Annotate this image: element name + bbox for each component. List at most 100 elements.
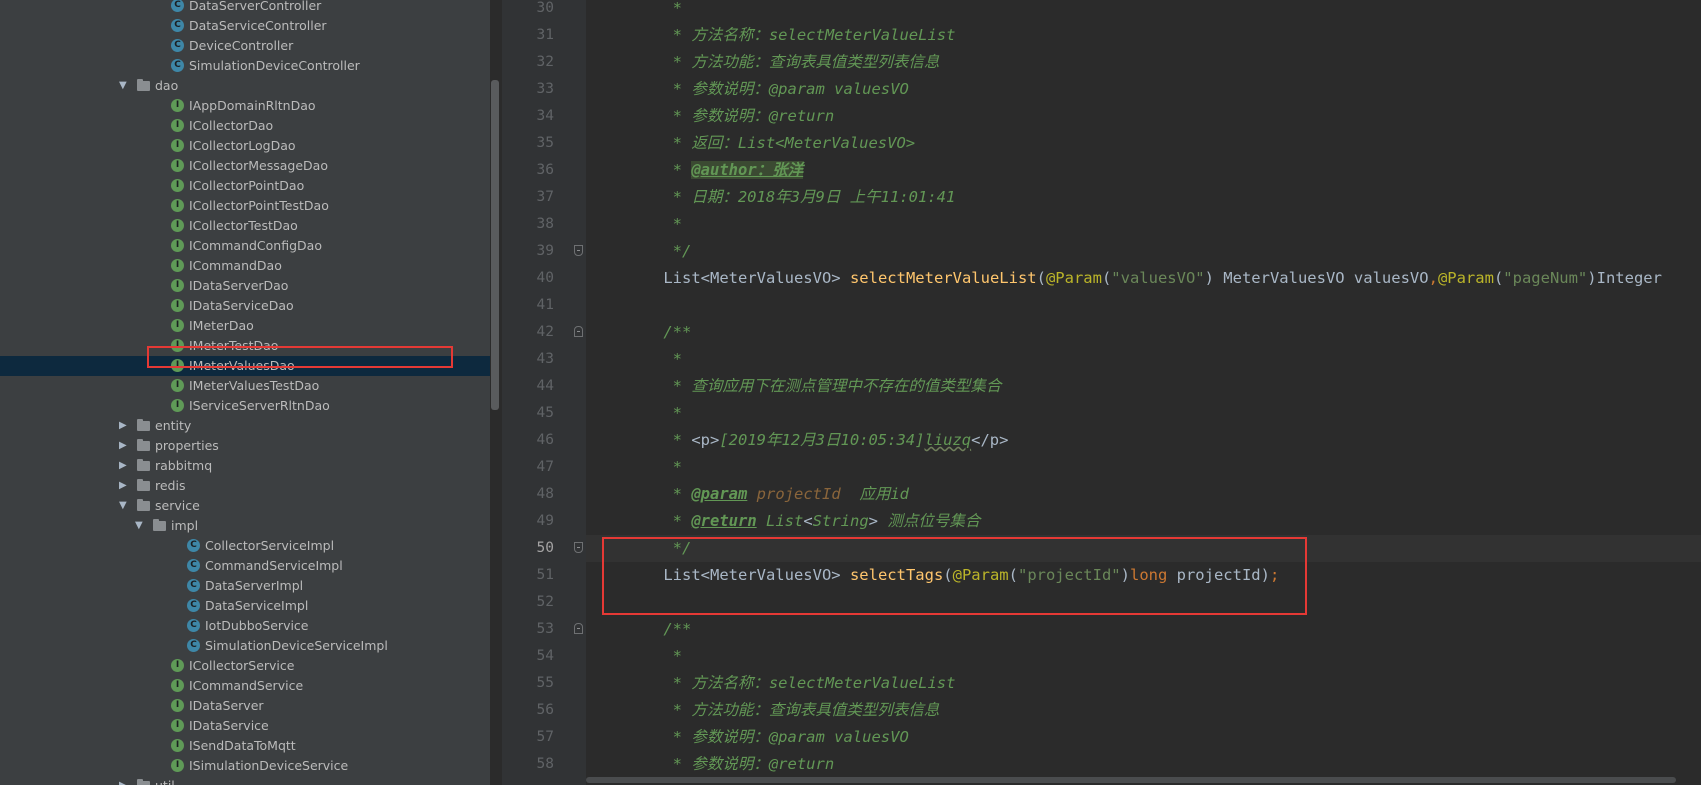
code-line[interactable]: * 返回：List<MeterValuesVO> [586, 130, 1701, 157]
tree-folder-row[interactable]: ▼ service [0, 496, 490, 516]
interface-icon: I [171, 699, 184, 712]
tree-file-row[interactable]: I ICollectorDao [0, 116, 490, 136]
tree-file-row[interactable]: C CommandServiceImpl [0, 556, 490, 576]
tree-file-row[interactable]: I ISendDataToMqtt [0, 736, 490, 756]
tree-file-row[interactable]: C IotDubboService [0, 616, 490, 636]
tree-file-row[interactable]: C SimulationDeviceServiceImpl [0, 636, 490, 656]
tree-file-row[interactable]: I ICollectorMessageDao [0, 156, 490, 176]
class-icon: C [187, 539, 200, 552]
project-tree[interactable]: C DataServerController C DataServiceControl… [0, 0, 490, 785]
tree-folder-row[interactable]: ▶ entity [0, 416, 490, 436]
folder-icon [137, 479, 150, 491]
code-line[interactable]: * 方法名称：selectMeterValueList [586, 22, 1701, 49]
tree-file-row[interactable]: I IDataServer [0, 696, 490, 716]
fold-marker-icon[interactable] [574, 542, 583, 553]
interface-icon: I [171, 119, 184, 132]
code-text: * 参数说明：@param valuesVO [626, 76, 909, 103]
code-line[interactable]: * <p>[2019年12月3日10:05:34]liuzq</p> [586, 427, 1701, 454]
collapsed-arrow-icon[interactable]: ▶ [119, 779, 131, 785]
tree-folder-row[interactable]: ▶ rabbitmq [0, 456, 490, 476]
code-line[interactable]: * @author：张洋 [586, 157, 1701, 184]
tree-file-row[interactable]: C CollectorServiceImpl [0, 536, 490, 556]
tree-file-row[interactable]: I IDataServiceDao [0, 296, 490, 316]
tree-file-row[interactable]: I ISimulationDeviceService [0, 756, 490, 776]
code-text: * [626, 400, 682, 427]
tree-folder-row[interactable]: ▼ impl [0, 516, 490, 536]
folder-icon [137, 439, 150, 451]
tree-file-row[interactable]: I ICollectorTestDao [0, 216, 490, 236]
line-number: 50 [536, 540, 554, 556]
collapsed-arrow-icon[interactable]: ▶ [119, 439, 131, 453]
code-line[interactable]: /** [586, 616, 1701, 643]
tree-file-row[interactable]: I ICommandDao [0, 256, 490, 276]
tree-item-label: service [155, 498, 200, 513]
code-line[interactable]: * 参数说明：@param valuesVO [586, 76, 1701, 103]
tree-file-row[interactable]: C DataServerController [0, 0, 490, 16]
code-token: @Param [1437, 269, 1494, 287]
expanded-arrow-icon[interactable]: ▼ [135, 519, 147, 533]
code-token: projectId [756, 485, 841, 503]
code-editor[interactable]: * * 方法名称：selectMeterValueList * 方法功能：查询表… [586, 0, 1701, 785]
tree-file-row[interactable]: I ICommandConfigDao [0, 236, 490, 256]
editor-horizontal-scrollbar-thumb[interactable] [586, 777, 1676, 783]
code-line[interactable]: * 方法功能：查询表具值类型列表信息 [586, 697, 1701, 724]
code-line[interactable]: * 方法名称：selectMeterValueList [586, 670, 1701, 697]
tree-file-row[interactable]: C DataServiceImpl [0, 596, 490, 616]
collapsed-arrow-icon[interactable]: ▶ [119, 419, 131, 433]
expanded-arrow-icon[interactable]: ▼ [119, 79, 131, 93]
code-line[interactable]: * [586, 454, 1701, 481]
code-line[interactable]: * @return List<String> 测点位号集合 [586, 508, 1701, 535]
tree-folder-row[interactable]: ▶ util [0, 776, 490, 785]
tree-file-row[interactable]: I IMeterValuesTestDao [0, 376, 490, 396]
code-line[interactable]: * 日期：2018年3月9日 上午11:01:41 [586, 184, 1701, 211]
tree-file-row[interactable]: I IAppDomainRltnDao [0, 96, 490, 116]
tree-file-row[interactable]: I IMeterDao [0, 316, 490, 336]
code-text: List<MeterValuesVO> selectMeterValueList… [626, 265, 1662, 292]
tree-file-row[interactable]: C DataServerImpl [0, 576, 490, 596]
interface-icon: I [171, 319, 184, 332]
tree-file-row[interactable]: C DeviceController [0, 36, 490, 56]
interface-icon: I [171, 179, 184, 192]
code-line[interactable]: * @param projectId 应用id [586, 481, 1701, 508]
expanded-arrow-icon[interactable]: ▼ [119, 499, 131, 513]
tree-folder-row[interactable]: ▼ dao [0, 76, 490, 96]
code-token: * 参数说明：@return [626, 755, 835, 773]
collapsed-arrow-icon[interactable]: ▶ [119, 459, 131, 473]
code-line[interactable]: * 方法功能：查询表具值类型列表信息 [586, 49, 1701, 76]
tree-file-row[interactable]: I ICommandService [0, 676, 490, 696]
tree-file-row[interactable]: I ICollectorPointDao [0, 176, 490, 196]
code-line[interactable]: * [586, 400, 1701, 427]
fold-marker-icon[interactable] [574, 326, 583, 337]
code-line[interactable]: * 参数说明：@param valuesVO [586, 724, 1701, 751]
code-line[interactable]: /** [586, 319, 1701, 346]
tree-file-row[interactable]: I IServiceServerRltnDao [0, 396, 490, 416]
fold-marker-icon[interactable] [574, 623, 583, 634]
code-line[interactable] [586, 292, 1701, 319]
fold-marker-icon[interactable] [574, 245, 583, 256]
tree-file-row[interactable]: I ICollectorPointTestDao [0, 196, 490, 216]
line-number: 57 [536, 729, 554, 745]
tree-file-row[interactable]: I IDataServerDao [0, 276, 490, 296]
tree-file-row[interactable]: I ICollectorLogDao [0, 136, 490, 156]
code-line[interactable]: List<MeterValuesVO> selectMeterValueList… [586, 265, 1701, 292]
code-line[interactable]: * [586, 0, 1701, 22]
code-line[interactable]: */ [586, 238, 1701, 265]
code-line[interactable]: * 参数说明：@return [586, 103, 1701, 130]
tree-folder-row[interactable]: ▶ redis [0, 476, 490, 496]
code-line[interactable]: * [586, 346, 1701, 373]
code-line[interactable]: * 查询应用下在测点管理中不存在的值类型集合 [586, 373, 1701, 400]
tree-folder-row[interactable]: ▶ properties [0, 436, 490, 456]
gutter-line: 46 [502, 427, 586, 454]
project-tree-scrollbar[interactable] [491, 80, 499, 410]
code-line[interactable]: * [586, 211, 1701, 238]
gutter-line: 50 [502, 535, 586, 562]
tree-item-label: IServiceServerRltnDao [189, 398, 330, 413]
tree-file-row[interactable]: C SimulationDeviceController [0, 56, 490, 76]
collapsed-arrow-icon[interactable]: ▶ [119, 479, 131, 493]
tree-file-row[interactable]: I IDataService [0, 716, 490, 736]
class-icon: C [171, 59, 184, 72]
code-line[interactable]: * 参数说明：@return [586, 751, 1701, 778]
code-line[interactable]: * [586, 643, 1701, 670]
tree-file-row[interactable]: I ICollectorService [0, 656, 490, 676]
tree-file-row[interactable]: C DataServiceController [0, 16, 490, 36]
